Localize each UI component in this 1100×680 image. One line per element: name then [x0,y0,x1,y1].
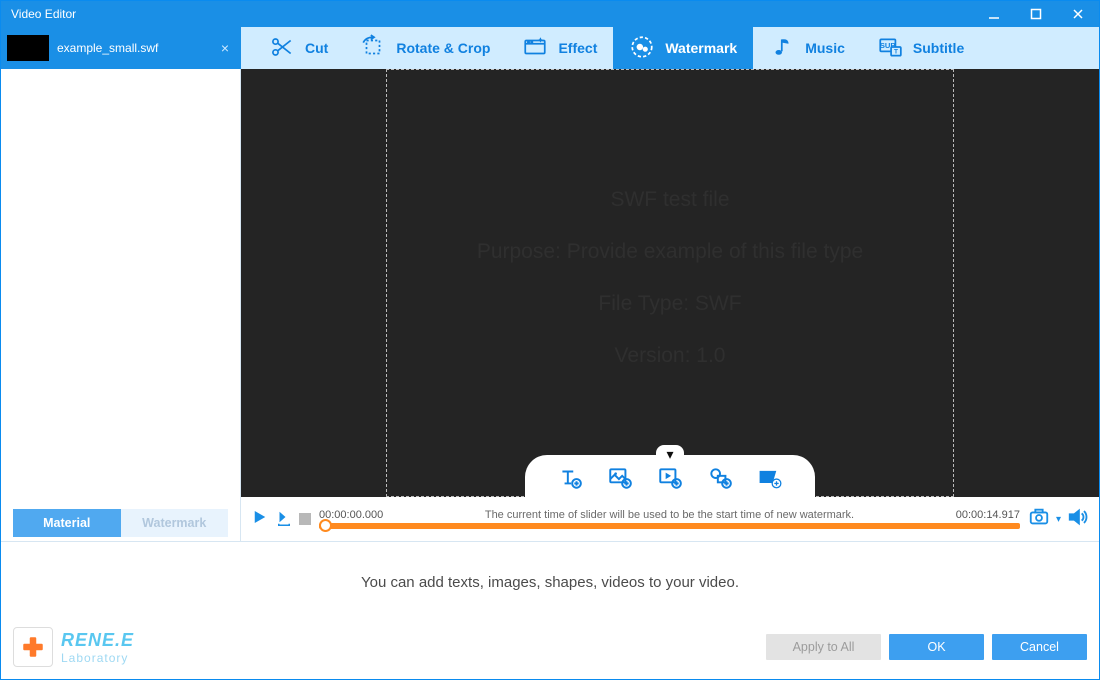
sidebar-content [1,69,240,509]
tool-rotate-crop[interactable]: Rotate & Crop [344,27,506,69]
logo-line1: RENE.E [61,630,134,651]
svg-text:T: T [894,48,898,55]
file-name: example_small.swf [57,41,158,55]
ok-button[interactable]: OK [889,634,984,660]
logo-line2: Laboratory [61,651,134,665]
button-label: Apply to All [793,640,855,654]
button-label: Cancel [1020,640,1059,654]
preview-pane: SWF test file Purpose: Provide example o… [241,69,1099,541]
playback-controls [251,508,311,531]
tab-label: Watermark [142,516,206,530]
tool-music[interactable]: Music [753,27,861,69]
tool-label: Watermark [665,40,737,56]
title-bar: Video Editor [1,1,1099,27]
close-file-icon[interactable]: × [217,40,233,56]
hint-text: You can add texts, images, shapes, video… [361,574,739,591]
effect-icon [522,34,548,63]
video-canvas[interactable]: SWF test file Purpose: Provide example o… [241,69,1099,497]
preview-text: Purpose: Provide example of this file ty… [477,240,863,264]
logo-badge-icon [13,627,53,667]
add-image-button[interactable] [607,465,633,491]
tool-label: Rotate & Crop [396,40,490,56]
tool-watermark[interactable]: Watermark [613,27,753,69]
apply-to-all-button[interactable]: Apply to All [766,634,881,660]
crop-region[interactable]: SWF test file Purpose: Provide example o… [386,69,954,497]
window-title: Video Editor [11,7,76,21]
hint-area: You can add texts, images, shapes, video… [1,542,1099,623]
slider-knob[interactable] [319,519,332,532]
timeline-row: 00:00:00.000 The current time of slider … [241,497,1099,541]
maximize-button[interactable] [1015,1,1057,27]
timeline-slider[interactable] [319,523,1020,529]
timeline-hint: The current time of slider will be used … [383,509,956,521]
timeline: 00:00:00.000 The current time of slider … [319,509,1020,529]
scissors-icon [269,34,295,63]
minimize-button[interactable] [973,1,1015,27]
brand-logo: RENE.E Laboratory [13,627,134,667]
subtitle-icon: SUBT [877,34,903,63]
sidebar-tabs: Material Watermark [1,509,240,541]
add-text-button[interactable] [557,465,583,491]
snapshot-button[interactable] [1028,506,1050,533]
tool-effect[interactable]: Effect [506,27,613,69]
close-button[interactable] [1057,1,1099,27]
preview-text: SWF test file [610,188,729,212]
capture-audio: ▾ [1028,506,1089,533]
body: Material Watermark SWF test file Purpose… [1,69,1099,541]
add-shape-button[interactable] [707,465,733,491]
toolbar-row: example_small.swf × Cut Rotate & Crop Ef… [1,27,1099,69]
button-label: OK [927,640,945,654]
file-thumbnail [7,35,49,61]
cancel-button[interactable]: Cancel [992,634,1087,660]
tool-label: Music [805,40,845,56]
bottom-row: RENE.E Laboratory Apply to All OK Cancel [1,623,1099,679]
rotate-crop-icon [360,34,386,63]
tool-cut[interactable]: Cut [253,27,344,69]
bottom-panel: You can add texts, images, shapes, video… [1,541,1099,679]
preview-text: File Type: SWF [598,292,741,316]
play-button[interactable] [251,508,269,531]
collapse-icon[interactable]: ▾ [656,445,684,459]
tab-label: Material [43,516,90,530]
tab-watermark[interactable]: Watermark [121,509,229,537]
file-tab[interactable]: example_small.swf × [1,27,241,69]
snapshot-chevron-icon[interactable]: ▾ [1056,514,1061,525]
preview-text: Version: 1.0 [615,344,726,368]
tool-subtitle[interactable]: SUBT Subtitle [861,27,980,69]
sidebar: Material Watermark [1,69,241,541]
add-video-button[interactable] [657,465,683,491]
tab-material[interactable]: Material [13,509,121,537]
music-icon [769,34,795,63]
watermark-toolbar: ▾ [525,455,815,497]
time-end: 00:00:14.917 [956,509,1020,521]
app-window: Video Editor example_small.swf × Cut Rot… [0,0,1100,680]
volume-button[interactable] [1067,506,1089,533]
watermark-icon [629,34,655,63]
step-button[interactable] [275,508,293,531]
tool-label: Cut [305,40,328,56]
stop-button[interactable] [299,513,311,525]
tool-label: Effect [558,40,597,56]
tool-label: Subtitle [913,40,964,56]
add-fill-button[interactable] [757,465,783,491]
tools: Cut Rotate & Crop Effect Watermark Music… [241,27,1099,69]
